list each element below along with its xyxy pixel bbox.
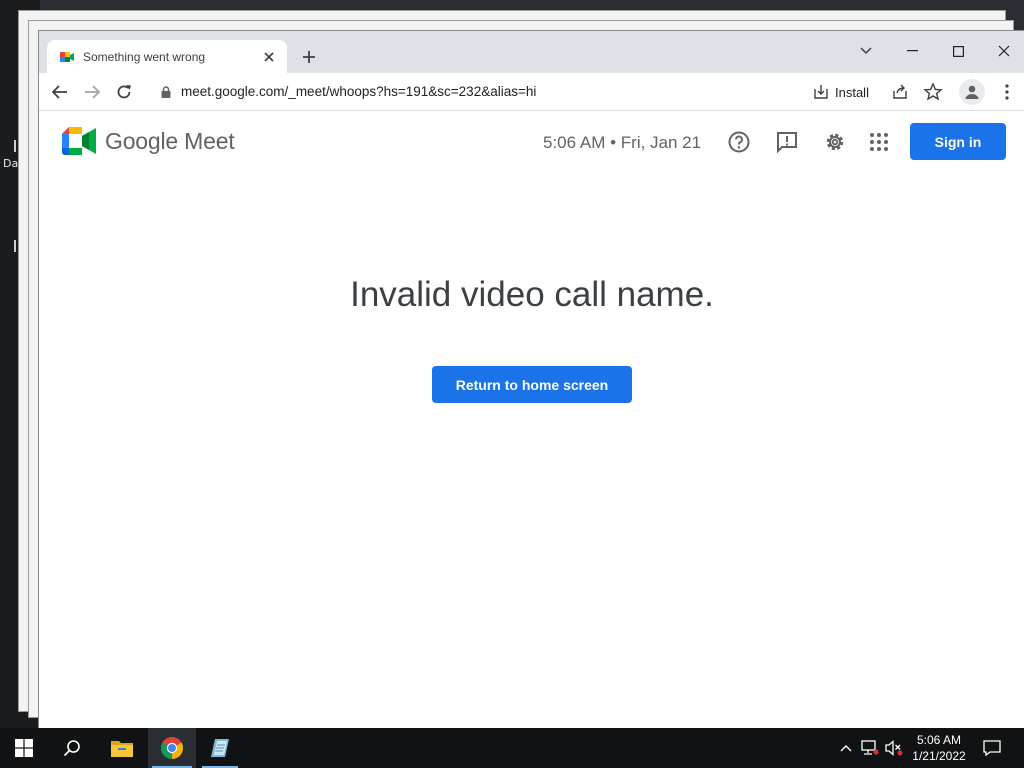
meet-favicon-icon [60,51,74,62]
tab-title: Something went wrong [83,49,206,64]
notes-app-icon[interactable] [198,728,242,768]
back-icon[interactable] [47,79,73,105]
maximize-icon[interactable] [935,37,981,65]
feedback-icon[interactable] [775,130,799,154]
address-bar[interactable]: meet.google.com/_meet/whoops?hs=191&sc=2… [147,77,993,107]
error-message: Invalid video call name. [350,275,714,314]
url-text[interactable]: meet.google.com/_meet/whoops?hs=191&sc=2… [181,84,536,99]
chrome-window: Something went wrong meet.google.com/_me… [38,30,1024,728]
apps-grid-icon[interactable] [867,130,891,154]
bookmark-star-icon[interactable] [923,82,943,102]
date-time-display: 5:06 AM • Fri, Jan 21 [543,133,702,152]
install-app-button[interactable]: Install [813,82,869,102]
network-icon[interactable] [860,738,880,758]
chrome-icon[interactable] [148,728,196,768]
lock-icon[interactable] [159,85,173,99]
help-icon[interactable] [727,130,751,154]
search-icon[interactable] [48,728,96,768]
google-meet-logo-icon[interactable] [62,127,96,155]
windows-taskbar: 5:06 AM 1/21/2022 [0,728,1024,768]
minimize-icon[interactable] [889,37,935,65]
volume-muted-icon[interactable] [884,738,904,758]
start-icon[interactable] [0,728,48,768]
profile-avatar-icon[interactable] [959,79,985,105]
return-to-home-button[interactable]: Return to home screen [432,366,632,403]
file-explorer-icon[interactable] [98,728,146,768]
install-icon [814,85,828,99]
sign-in-button[interactable]: Sign in [910,123,1006,160]
system-clock[interactable]: 5:06 AM 1/21/2022 [906,732,972,764]
clock-time: 5:06 AM [916,733,962,747]
close-window-icon[interactable] [981,37,1024,65]
notifications-icon[interactable] [982,738,1002,758]
show-hidden-icons-chevron-icon[interactable] [836,738,856,758]
desktop-icon-label[interactable]: Da [3,157,18,170]
install-label: Install [835,84,869,100]
clock-date: 1/21/2022 [912,749,966,763]
browser-toolbar: meet.google.com/_meet/whoops?hs=191&sc=2… [39,73,1024,111]
reload-icon[interactable] [111,79,137,105]
desktop-icon-fragment [14,140,16,152]
google-meet-wordmark[interactable]: Google Meet [105,128,235,155]
browser-menu-icon[interactable] [997,81,1017,103]
share-icon[interactable] [891,83,909,101]
settings-gear-icon[interactable] [823,130,847,154]
tab-strip: Something went wrong [39,31,1024,73]
new-tab-icon[interactable] [297,45,321,69]
brand-meet: Meet [184,128,235,154]
desktop-icon-fragment [14,240,16,252]
meet-header: Google Meet 5:06 AM • Fri, Jan 21 Sign i… [39,111,1024,175]
brand-google: Google [105,128,178,154]
tab-search-chevron-icon[interactable] [843,37,889,65]
forward-icon[interactable] [79,79,105,105]
tab-something-went-wrong[interactable]: Something went wrong [47,40,287,73]
close-tab-icon[interactable] [259,47,279,67]
